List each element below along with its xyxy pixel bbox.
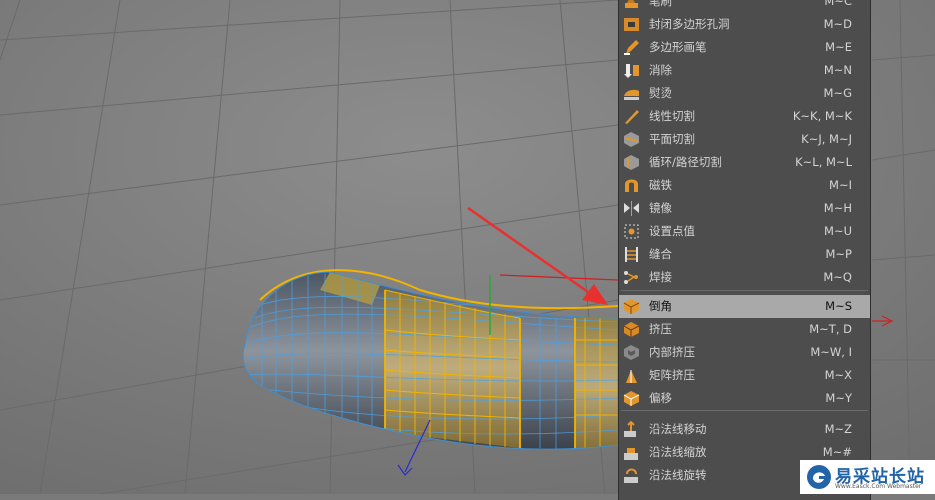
menu-item[interactable]: 循环/路径切割 K~L, M~L: [619, 151, 870, 174]
menu-item-shortcut: M~T, D: [809, 322, 852, 336]
dissolve-icon: [623, 62, 640, 79]
mesh-tools-context-menu[interactable]: 笔刷 M~C 封闭多边形孔洞 M~D 多边形画笔 M~E 消除 M~N 熨烫 M~G 线性切割 K~K…: [618, 0, 871, 500]
menu-item-label: 偏移: [649, 391, 672, 405]
menu-item-shortcut: M~Y: [825, 391, 852, 405]
normal-scale-icon: [623, 444, 640, 461]
menu-item[interactable]: 偏移 M~Y: [619, 387, 870, 410]
plane-cut-icon: [623, 131, 640, 148]
menu-item-label: 缝合: [649, 247, 672, 261]
menu-item-label: 磁铁: [649, 178, 672, 192]
iron-icon: [623, 85, 640, 102]
menu-item-label: 内部挤压: [649, 345, 695, 359]
menu-item-shortcut: M~I: [829, 178, 852, 192]
normal-rotate-icon: [623, 467, 640, 484]
stitch-icon: [623, 246, 640, 263]
menu-item-shortcut: M~E: [825, 40, 852, 54]
brush-icon: [623, 0, 640, 10]
menu-item[interactable]: 挤压 M~T, D: [619, 318, 870, 341]
menu-item-shortcut: M~G: [823, 86, 852, 100]
menu-item[interactable]: 沿法线移动 M~Z: [619, 418, 870, 441]
menu-item[interactable]: 缝合 M~P: [619, 243, 870, 266]
menu-item[interactable]: 设置点值 M~U: [619, 220, 870, 243]
menu-item-label: 多边形画笔: [649, 40, 707, 54]
line-cut-icon: [623, 108, 640, 125]
menu-item-label: 循环/路径切割: [649, 155, 722, 169]
menu-item[interactable]: 倒角 M~S: [619, 295, 870, 318]
menu-item-label: 沿法线缩放: [649, 445, 707, 459]
menu-item[interactable]: 内部挤压 M~W, I: [619, 341, 870, 364]
menu-item-label: 倒角: [649, 299, 672, 313]
menu-item[interactable]: 熨烫 M~G: [619, 82, 870, 105]
menu-item-label: 焊接: [649, 270, 672, 284]
menu-item-shortcut: K~L, M~L: [795, 155, 852, 169]
menu-item-label: 消除: [649, 63, 672, 77]
menu-item-label: 设置点值: [649, 224, 695, 238]
menu-item[interactable]: 多边形画笔 M~E: [619, 36, 870, 59]
menu-item-shortcut: M~P: [825, 247, 853, 261]
menu-separator: [621, 290, 868, 291]
menu-item-label: 挤压: [649, 322, 672, 336]
menu-item-label: 封闭多边形孔洞: [649, 17, 730, 31]
menu-item-label: 沿法线移动: [649, 422, 707, 436]
menu-item-label: 平面切割: [649, 132, 695, 146]
menu-item-shortcut: M~S: [825, 299, 852, 313]
menu-item-shortcut: M~W, I: [810, 345, 852, 359]
watermark-subtitle: Www.Easck.Com Webmaster: [835, 483, 922, 490]
menu-item-shortcut: M~Q: [823, 270, 852, 284]
menu-item-shortcut: M~X: [824, 368, 852, 382]
menu-item[interactable]: 矩阵挤压 M~X: [619, 364, 870, 387]
menu-item-shortcut: K~J, M~J: [801, 132, 852, 146]
menu-item[interactable]: 消除 M~N: [619, 59, 870, 82]
menu-item[interactable]: 笔刷 M~C: [619, 0, 870, 13]
menu-item[interactable]: 封闭多边形孔洞 M~D: [619, 13, 870, 36]
menu-item[interactable]: 线性切割 K~K, M~K: [619, 105, 870, 128]
menu-item-shortcut: M~N: [823, 63, 852, 77]
mirror-icon: [623, 200, 640, 217]
menu-item-label: 熨烫: [649, 86, 672, 100]
watermark-logo: 易采站长站 Www.Easck.Com Webmaster: [800, 460, 935, 494]
menu-item-label: 矩阵挤压: [649, 368, 695, 382]
close-polygon-hole-icon: [623, 16, 640, 33]
menu-item-shortcut: M~U: [824, 224, 852, 238]
menu-item-label: 镜像: [649, 201, 672, 215]
menu-item[interactable]: 磁铁 M~I: [619, 174, 870, 197]
matrix-extrude-icon: [623, 367, 640, 384]
offset-icon: [623, 390, 640, 407]
menu-item-shortcut: K~K, M~K: [792, 109, 852, 123]
extrude-icon: [623, 321, 640, 338]
menu-item-label: 线性切割: [649, 109, 695, 123]
polygon-pen-icon: [623, 39, 640, 56]
set-point-value-icon: [623, 223, 640, 240]
weld-icon: [623, 269, 640, 286]
menu-item[interactable]: 镜像 M~H: [619, 197, 870, 220]
watermark-icon: [807, 465, 831, 489]
loop-cut-icon: [623, 154, 640, 171]
menu-item-shortcut: M~Z: [824, 422, 852, 436]
menu-separator: [621, 410, 868, 411]
menu-item-label: 沿法线旋转: [649, 468, 707, 482]
normal-move-icon: [623, 420, 640, 438]
menu-item-shortcut: M~D: [823, 17, 852, 31]
menu-item-shortcut: M~H: [823, 201, 852, 215]
menu-item-shortcut: M~C: [824, 0, 852, 8]
menu-item-label: 笔刷: [649, 0, 672, 8]
menu-item[interactable]: 平面切割 K~J, M~J: [619, 128, 870, 151]
extrude-inner-icon: [623, 344, 640, 361]
magnet-icon: [623, 177, 640, 194]
bevel-icon: [623, 298, 640, 315]
menu-item[interactable]: 焊接 M~Q: [619, 266, 870, 289]
